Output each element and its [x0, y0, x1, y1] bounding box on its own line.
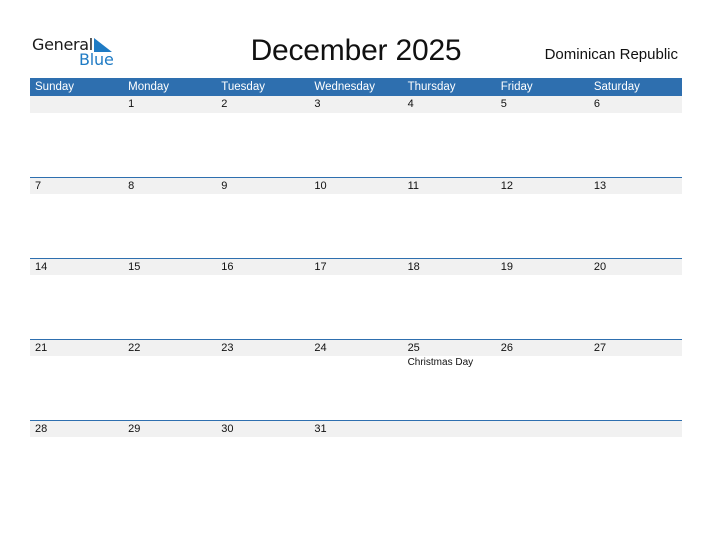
holiday-label — [496, 356, 589, 370]
day-number — [30, 96, 123, 113]
week-row: 1 2 3 4 5 6 — [30, 96, 682, 177]
calendar: Sunday Monday Tuesday Wednesday Thursday… — [30, 78, 682, 437]
day-number: 6 — [593, 98, 600, 110]
day-number — [496, 421, 589, 437]
day-number: 25 — [407, 342, 420, 354]
day-number: 29 — [128, 423, 141, 435]
week-row: 28 29 30 31 — [30, 420, 682, 501]
weekday-friday: Friday — [500, 81, 533, 93]
day-number: 21 — [35, 342, 48, 354]
day-number: 9 — [221, 180, 228, 192]
day-number: 19 — [500, 261, 513, 273]
day-number: 10 — [314, 180, 327, 192]
day-number: 7 — [35, 180, 42, 192]
day-number: 31 — [314, 423, 327, 435]
events-row: Christmas Day — [30, 356, 682, 370]
holiday-label: Christmas Day — [407, 357, 474, 368]
day-number: 12 — [500, 180, 513, 192]
day-number: 15 — [128, 261, 141, 273]
weekday-wednesday: Wednesday — [314, 81, 375, 93]
day-number: 5 — [500, 98, 507, 110]
holiday-label — [123, 356, 216, 370]
day-number: 11 — [407, 180, 419, 192]
holiday-label — [30, 356, 123, 370]
day-number: 14 — [35, 261, 48, 273]
day-number: 13 — [593, 180, 607, 192]
day-number: 2 — [221, 98, 228, 110]
day-number: 26 — [500, 342, 513, 354]
weekday-sunday: Sunday — [35, 81, 75, 93]
holiday-label — [309, 356, 402, 370]
weekday-header: Sunday Monday Tuesday Wednesday Thursday… — [30, 78, 682, 96]
day-number: 27 — [593, 342, 607, 354]
weekday-thursday: Thursday — [407, 81, 456, 93]
date-strip: 7 8 9 10 11 12 13 — [30, 177, 682, 194]
week-row: 14 15 16 17 18 19 20 — [30, 258, 682, 339]
day-number — [589, 421, 682, 437]
date-strip: 28 29 30 31 — [30, 420, 682, 437]
day-number: 23 — [221, 342, 234, 354]
day-number: 20 — [593, 261, 607, 273]
holiday-label — [589, 356, 682, 370]
date-strip: 1 2 3 4 5 6 — [30, 96, 682, 113]
day-number: 18 — [407, 261, 420, 273]
day-number — [403, 421, 496, 437]
week-row: 7 8 9 10 11 12 13 — [30, 177, 682, 258]
day-number: 24 — [314, 342, 327, 354]
day-number: 28 — [35, 423, 48, 435]
weekday-tuesday: Tuesday — [221, 81, 265, 93]
day-number: 1 — [128, 98, 135, 110]
week-row: 21 22 23 24 25 26 27 Christmas Day — [30, 339, 682, 420]
day-number: 17 — [314, 261, 327, 273]
day-number: 22 — [128, 342, 141, 354]
day-number: 4 — [407, 98, 414, 110]
day-number: 8 — [128, 180, 135, 192]
day-number: 16 — [221, 261, 234, 273]
date-strip: 14 15 16 17 18 19 20 — [30, 258, 682, 275]
date-strip: 21 22 23 24 25 26 27 — [30, 339, 682, 356]
weekday-saturday: Saturday — [593, 81, 640, 93]
holiday-label — [216, 356, 309, 370]
weekday-monday: Monday — [128, 81, 170, 93]
day-number: 3 — [314, 98, 321, 110]
day-number: 30 — [221, 423, 234, 435]
country-label: Dominican Republic — [544, 46, 678, 63]
